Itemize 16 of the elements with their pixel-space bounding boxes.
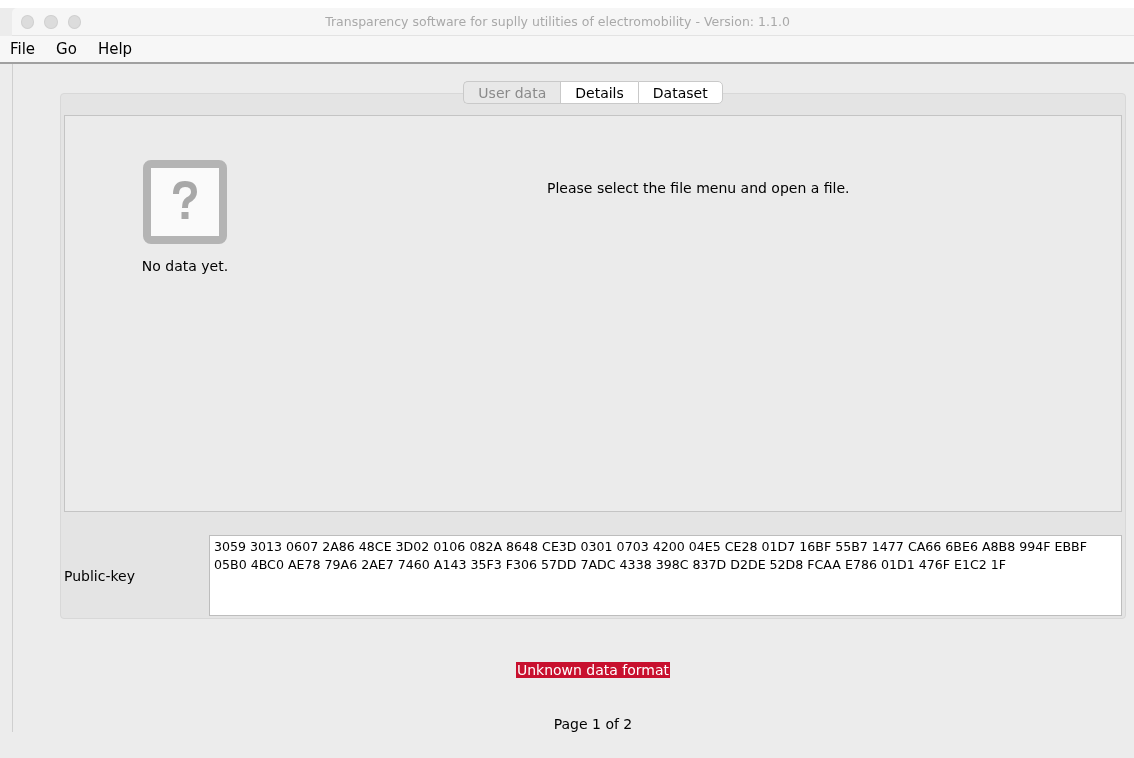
menu-item[interactable]: File xyxy=(10,40,36,58)
public-key-label: Public-key xyxy=(64,567,136,584)
close-button[interactable] xyxy=(21,14,35,29)
zoom-button[interactable] xyxy=(67,14,81,29)
menu-item[interactable]: Help xyxy=(97,40,133,58)
error-message: Unknown data format xyxy=(515,662,671,678)
public-key-field[interactable]: 3059 3013 0607 2A86 48CE 3D02 0106 082A 8648 CE3D 0301 0703 4200 04E5 CE28 01D7 16BF 55B7 1477 CA66 6BE6 A8B8 994F EBBF 05B0 4BC0 AE78 79A6 2AE7 7460 A143 35F3 F306 57DD 7ADC 4338 398C 837D D2DE 52D8 FCAA E786 01D1 476F E1C2 1F xyxy=(209,535,1122,616)
tab[interactable]: Dataset xyxy=(637,81,723,104)
window-title: Transparency software for suplly utilities of electromobility - Version: 1.1.0 xyxy=(324,14,791,29)
minimize-button[interactable] xyxy=(44,14,58,29)
tab[interactable]: Details xyxy=(560,81,638,104)
image-caption: No data yet. xyxy=(141,258,229,274)
question-mark-icon xyxy=(143,160,227,244)
menu-item[interactable]: Go xyxy=(56,40,77,58)
instruction-message: Please select the file menu and open a file. xyxy=(547,180,850,196)
page-indicator: Page 1 of 2 xyxy=(553,716,633,732)
